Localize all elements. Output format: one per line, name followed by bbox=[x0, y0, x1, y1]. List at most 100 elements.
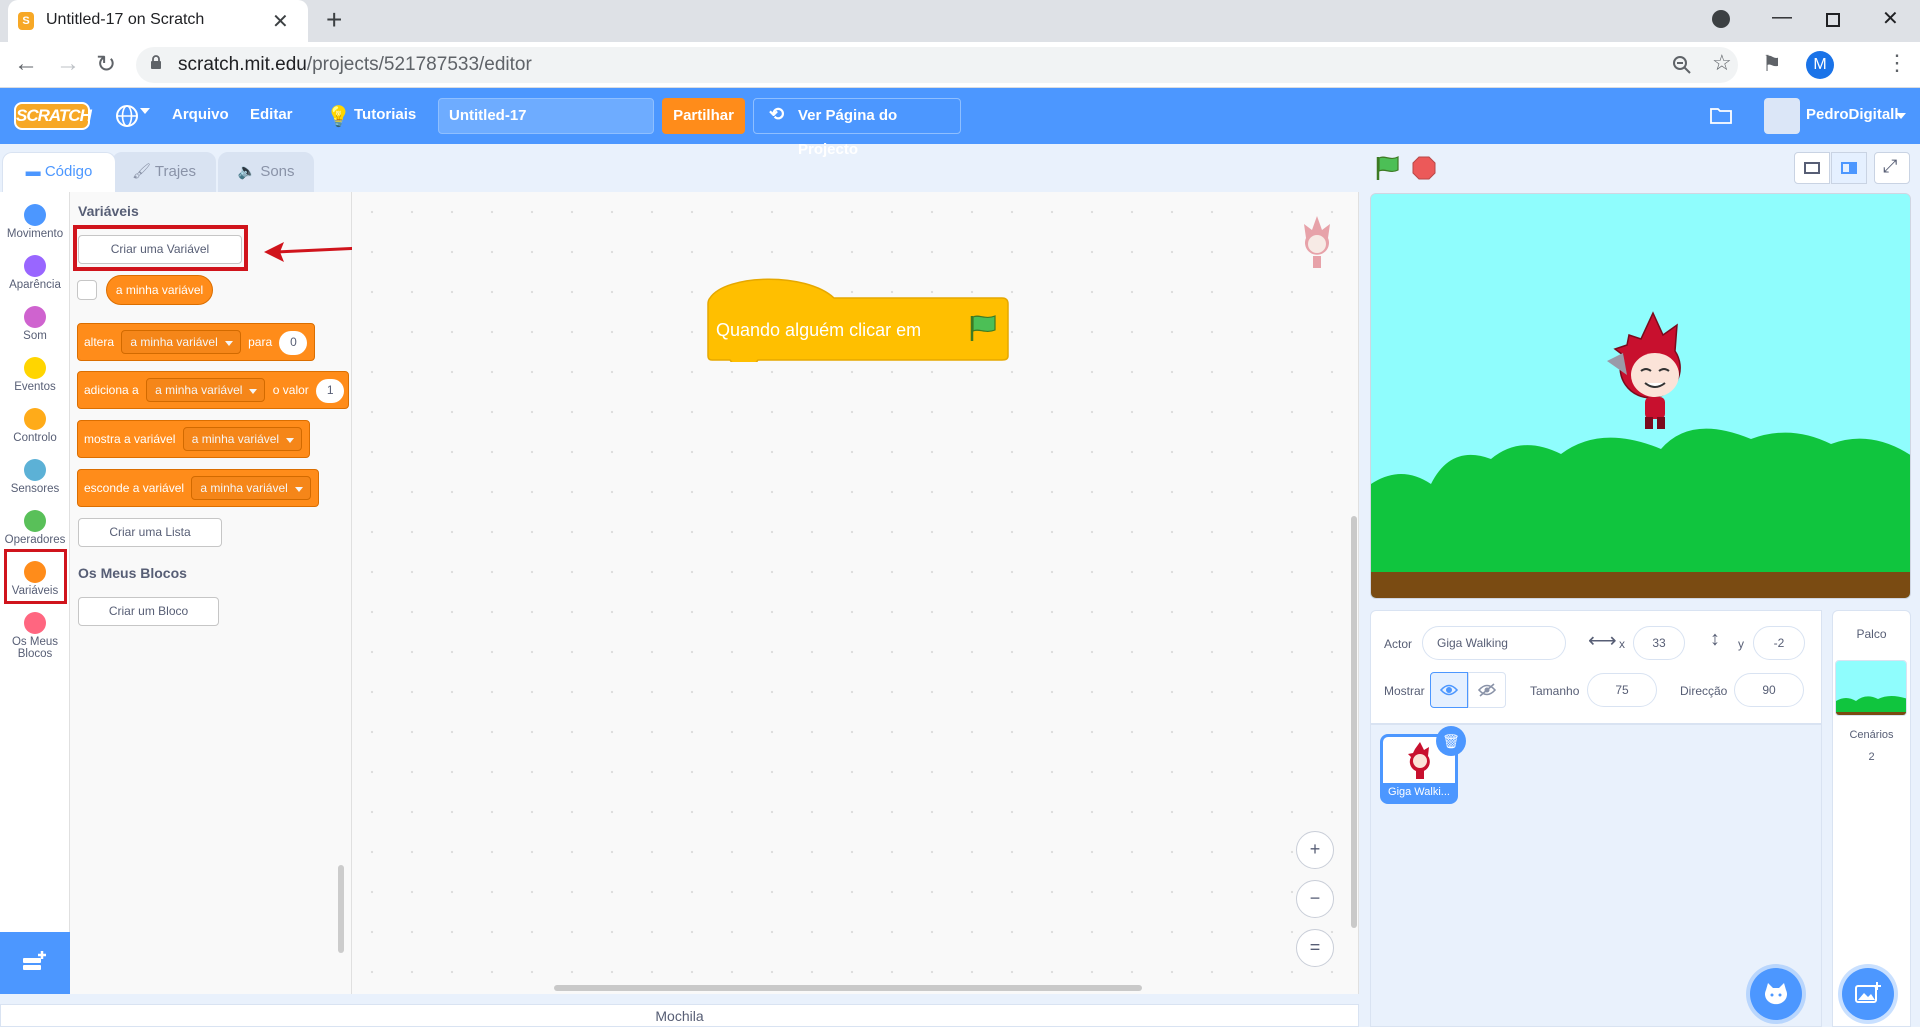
sprite-name-input[interactable]: Giga Walking bbox=[1422, 626, 1566, 660]
remix-arrows-icon: ⟲ bbox=[769, 104, 785, 124]
zoom-reset-button[interactable]: = bbox=[1296, 929, 1334, 967]
tab-sounds[interactable]: 🔈 Sons bbox=[218, 152, 314, 192]
code-horizontal-scrollbar[interactable] bbox=[554, 985, 1142, 991]
username[interactable]: PedroDigitall bbox=[1806, 106, 1899, 123]
small-stage-button[interactable] bbox=[1794, 152, 1830, 184]
my-stuff-folder-icon[interactable] bbox=[1710, 106, 1732, 124]
tab-costumes-label: Trajes bbox=[154, 163, 197, 180]
category-1[interactable]: Aparência bbox=[0, 249, 70, 299]
category-label: Som bbox=[23, 330, 47, 342]
share-button[interactable]: Partilhar bbox=[662, 98, 745, 134]
backdrops-count: 2 bbox=[1868, 751, 1875, 763]
zoom-in-button[interactable]: + bbox=[1296, 831, 1334, 869]
add-extension-button[interactable] bbox=[0, 932, 70, 994]
user-avatar[interactable] bbox=[1764, 98, 1800, 134]
menu-tutorials[interactable]: Tutoriais bbox=[354, 106, 416, 123]
category-5[interactable]: Sensores bbox=[0, 453, 70, 503]
category-label: Movimento bbox=[6, 228, 64, 240]
category-4[interactable]: Controlo bbox=[0, 402, 70, 452]
category-color-dot-icon bbox=[24, 306, 46, 328]
palette-scrollbar[interactable] bbox=[338, 865, 344, 953]
url-path: /projects/521787533/editor bbox=[306, 54, 532, 75]
url-text[interactable]: scratch.mit.edu/projects/521787533/edito… bbox=[178, 54, 532, 76]
my-variable-reporter[interactable]: a minha variável bbox=[106, 275, 213, 305]
window-restore-icon[interactable] bbox=[1826, 13, 1840, 27]
add-backdrop-button[interactable] bbox=[1842, 968, 1894, 1020]
show-block-var-dropdown[interactable]: a minha variável bbox=[182, 427, 303, 451]
add-extension-icon bbox=[23, 951, 46, 970]
create-block-button[interactable]: Criar um Bloco bbox=[78, 597, 219, 626]
account-chevron-down-icon[interactable] bbox=[1896, 113, 1906, 119]
cat-plus-icon bbox=[1765, 983, 1787, 1005]
bookmark-star-icon[interactable]: ☆ bbox=[1712, 50, 1732, 76]
fullscreen-button[interactable]: ⤢ bbox=[1874, 152, 1910, 184]
set-block-var-dropdown[interactable]: a minha variável bbox=[121, 330, 241, 354]
size-input[interactable]: 75 bbox=[1587, 673, 1657, 707]
extension-icon[interactable]: ⚑ bbox=[1762, 51, 1782, 77]
show-variable-block[interactable]: mostra a variável a minha variável bbox=[77, 420, 310, 458]
green-flag-run-icon[interactable] bbox=[1374, 155, 1400, 181]
zoom-magnifier-icon[interactable] bbox=[1672, 55, 1692, 75]
see-project-page-button[interactable]: Ver Página do Projecto bbox=[753, 98, 961, 158]
scratch-favicon-icon: S bbox=[18, 12, 34, 30]
menu-edit[interactable]: Editar bbox=[250, 106, 293, 123]
language-globe-icon[interactable] bbox=[114, 103, 140, 129]
tab-code[interactable]: ▬ Código bbox=[2, 152, 116, 192]
giga-sprite[interactable] bbox=[1601, 309, 1705, 433]
zoom-in-icon: + bbox=[1309, 839, 1321, 859]
direction-input[interactable]: 90 bbox=[1734, 673, 1804, 707]
window-close-icon[interactable]: ✕ bbox=[1882, 6, 1899, 31]
x-position-input[interactable]: 33 bbox=[1633, 626, 1685, 660]
show-sprite-button[interactable] bbox=[1430, 672, 1468, 708]
scratch-logo[interactable]: SCRATCH bbox=[14, 102, 92, 130]
window-minimize-icon[interactable]: — bbox=[1772, 6, 1792, 29]
large-stage-button[interactable] bbox=[1831, 152, 1867, 184]
category-color-dot-icon bbox=[24, 204, 46, 226]
change-block-var-dropdown[interactable]: a minha variável bbox=[146, 378, 266, 402]
project-title-input[interactable]: Untitled-17 bbox=[438, 98, 654, 134]
variable-visibility-checkbox[interactable] bbox=[77, 280, 97, 300]
stage-canvas[interactable] bbox=[1370, 193, 1911, 599]
category-3[interactable]: Eventos bbox=[0, 351, 70, 401]
new-tab-plus-icon[interactable]: + bbox=[326, 4, 342, 36]
category-6[interactable]: Operadores bbox=[0, 504, 70, 554]
browser-menu-icon[interactable]: ⋮ bbox=[1886, 50, 1908, 76]
category-2[interactable]: Som bbox=[0, 300, 70, 350]
set-block-value-input[interactable]: 0 bbox=[279, 331, 308, 355]
set-variable-block[interactable]: altera a minha variável para 0 bbox=[77, 323, 315, 361]
reload-icon[interactable]: ↻ bbox=[96, 50, 116, 79]
category-color-dot-icon bbox=[24, 357, 46, 379]
backpack-bar[interactable]: Mochila bbox=[0, 1004, 1359, 1027]
lightbulb-icon[interactable]: 💡 bbox=[326, 104, 351, 129]
hide-variable-block[interactable]: esconde a variável a minha variável bbox=[77, 469, 319, 507]
eye-slash-icon bbox=[1478, 683, 1496, 697]
add-sprite-button[interactable] bbox=[1750, 968, 1802, 1020]
hide-sprite-button[interactable] bbox=[1468, 672, 1506, 708]
tab-costumes[interactable]: 🖌 Trajes bbox=[112, 152, 216, 192]
language-chevron-down-icon[interactable] bbox=[140, 108, 150, 114]
category-highlight-annotation bbox=[4, 549, 67, 604]
tab-close-icon[interactable]: ✕ bbox=[272, 9, 289, 34]
zoom-out-button[interactable]: − bbox=[1296, 880, 1334, 918]
category-color-dot-icon bbox=[24, 408, 46, 430]
create-variable-highlight-annotation bbox=[73, 225, 248, 271]
back-arrow-icon[interactable]: ← bbox=[14, 50, 38, 78]
delete-sprite-button[interactable]: 🗑 bbox=[1436, 726, 1466, 756]
category-8[interactable]: Os Meus Blocos bbox=[0, 606, 70, 660]
category-color-dot-icon bbox=[24, 612, 46, 634]
backdrop-thumbnail[interactable] bbox=[1835, 660, 1907, 716]
change-variable-block[interactable]: adiciona a a minha variável o valor 1 bbox=[77, 371, 349, 409]
red-arrow-annotation bbox=[264, 242, 363, 262]
stop-sign-icon[interactable] bbox=[1412, 156, 1436, 180]
hide-block-var-dropdown[interactable]: a minha variável bbox=[191, 476, 311, 500]
change-block-value-input[interactable]: 1 bbox=[316, 379, 345, 403]
menu-file[interactable]: Arquivo bbox=[172, 106, 229, 123]
direction-label: Direcção bbox=[1680, 684, 1728, 698]
category-0[interactable]: Movimento bbox=[0, 198, 70, 248]
code-vertical-scrollbar[interactable] bbox=[1351, 516, 1357, 928]
forward-arrow-icon[interactable]: → bbox=[56, 50, 80, 78]
create-list-button[interactable]: Criar uma Lista bbox=[78, 518, 222, 547]
y-position-input[interactable]: -2 bbox=[1753, 626, 1805, 660]
browser-profile-avatar[interactable]: M bbox=[1806, 51, 1834, 79]
tab-search-icon[interactable] bbox=[1712, 10, 1730, 28]
